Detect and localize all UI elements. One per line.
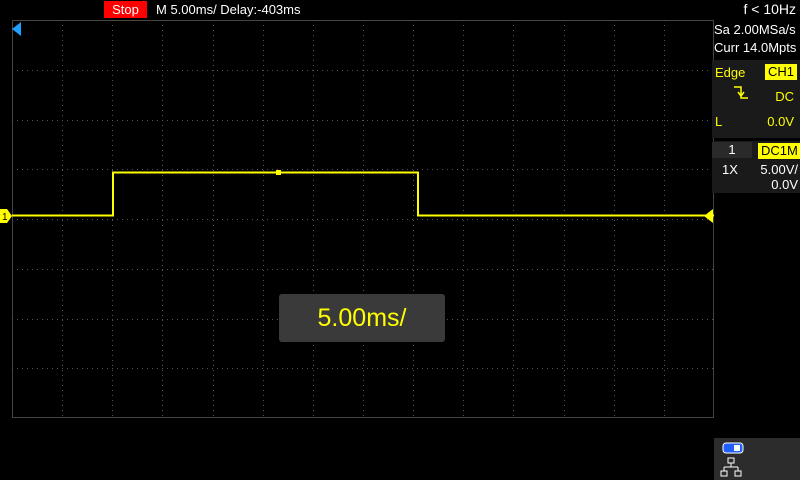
frequency-readout: f < 10Hz xyxy=(743,1,796,17)
channel-coupling-badge: DC1M xyxy=(758,143,800,159)
ch1-marker-label: 1 xyxy=(2,212,8,223)
status-icons-panel xyxy=(714,438,800,480)
trigger-level-marker[interactable] xyxy=(704,209,713,223)
trigger-coupling: DC xyxy=(775,89,794,104)
vertical-offset: 0.0V xyxy=(771,177,798,192)
graticule xyxy=(12,20,714,418)
trigger-source-badge: CH1 xyxy=(765,64,798,80)
trigger-panel[interactable]: Edge CH1 DC L 0.0V xyxy=(712,60,800,138)
trigger-type-label: Edge xyxy=(715,65,746,80)
channel-number: 1 xyxy=(712,142,752,158)
falling-edge-icon xyxy=(732,85,750,106)
probe-ratio: 1X xyxy=(722,162,738,177)
top-status-bar: Stop M 5.00ms/ Delay:-403ms f < 10Hz xyxy=(0,0,800,20)
vertical-scale: 5.00V/ xyxy=(760,162,798,177)
timebase-popup: 5.00ms/ xyxy=(279,294,445,342)
run-stop-indicator[interactable]: Stop xyxy=(104,1,147,18)
sample-rate-readout: Sa 2.00MSa/s xyxy=(714,22,796,37)
trigger-position-marker[interactable] xyxy=(12,22,21,36)
ch1-offset-marker[interactable]: 1 xyxy=(0,209,12,223)
timebase-delay-readout[interactable]: M 5.00ms/ Delay:-403ms xyxy=(156,2,301,18)
waveform-trace-ch1 xyxy=(12,171,714,217)
trigger-level-label: L xyxy=(715,114,723,129)
trigger-point-marker xyxy=(276,170,281,175)
memory-depth-readout: Curr 14.0Mpts xyxy=(714,40,797,55)
usb-icon xyxy=(722,442,744,454)
network-icon xyxy=(720,457,742,477)
channel1-panel[interactable]: 1 DC1M 1X 5.00V/ 0.0V xyxy=(712,141,800,193)
waveform-display[interactable] xyxy=(12,20,714,418)
trigger-level-value: 0.0V xyxy=(767,114,794,129)
